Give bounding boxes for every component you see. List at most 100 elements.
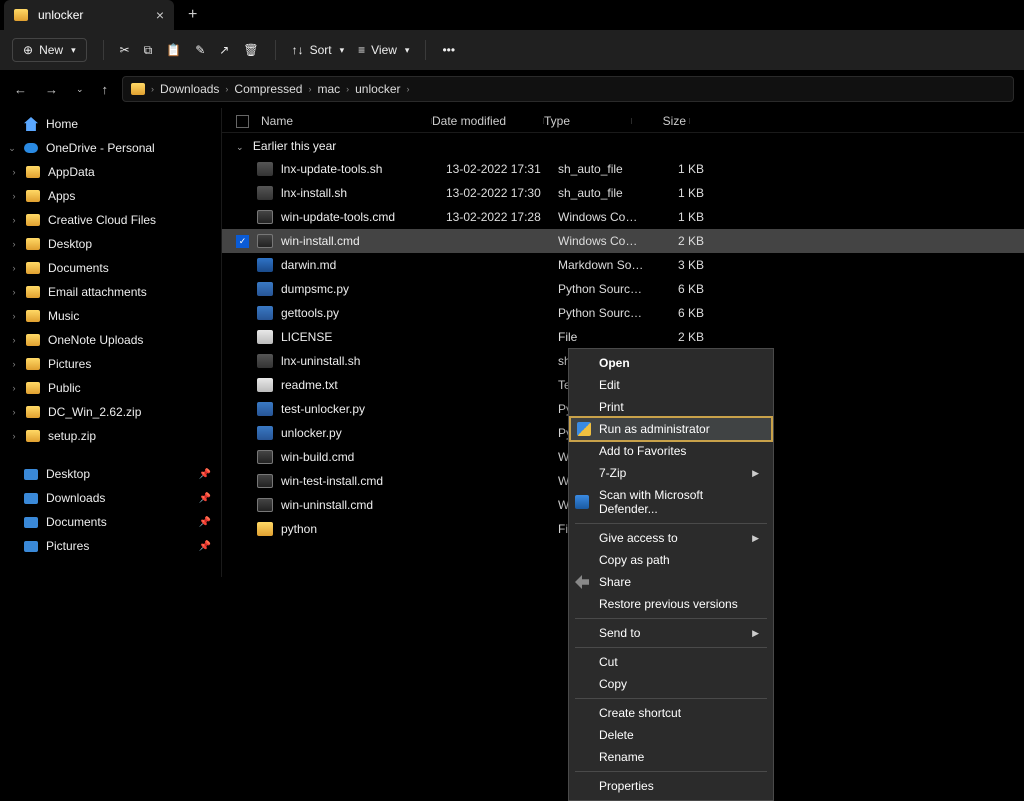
forward-button[interactable]: →	[41, 78, 62, 101]
file-row[interactable]: lnx-update-tools.sh13-02-2022 17:31sh_au…	[222, 157, 1024, 181]
sidebar-quick-item[interactable]: Documents📌	[0, 510, 221, 534]
ctx-add-favorites[interactable]: Add to Favorites	[569, 440, 773, 462]
ctx-give-access[interactable]: Give access to▶	[569, 527, 773, 549]
sidebar-item[interactable]: ›Apps	[0, 184, 221, 208]
folder-icon	[26, 310, 40, 322]
chevron-right-icon[interactable]: ›	[10, 263, 18, 273]
file-name: win-build.cmd	[281, 450, 446, 464]
delete-button[interactable]: 🗑	[243, 43, 258, 57]
ctx-print[interactable]: Print	[569, 396, 773, 418]
col-size-header[interactable]: Size	[632, 114, 690, 128]
new-button[interactable]: ⊕ New ▾	[12, 38, 87, 62]
cut-button[interactable]: ✂	[120, 43, 130, 57]
sidebar-item[interactable]: ›Pictures	[0, 352, 221, 376]
more-button[interactable]: •••	[442, 43, 455, 57]
chevron-right-icon[interactable]: ›	[10, 431, 18, 441]
sidebar-item[interactable]: ›AppData	[0, 160, 221, 184]
chevron-right-icon[interactable]: ›	[10, 335, 18, 345]
file-type: sh_auto_file	[558, 162, 646, 176]
file-row[interactable]: gettools.pyPython Source File6 KB	[222, 301, 1024, 325]
plus-icon: ⊕	[23, 43, 33, 57]
chevron-right-icon[interactable]: ›	[10, 407, 18, 417]
file-row[interactable]: dumpsmc.pyPython Source File6 KB	[222, 277, 1024, 301]
breadcrumb[interactable]: unlocker	[355, 82, 400, 96]
up-button[interactable]: ↑	[98, 78, 113, 101]
sidebar-item[interactable]: ›Documents	[0, 256, 221, 280]
sidebar-item[interactable]: ›Email attachments	[0, 280, 221, 304]
file-row[interactable]: win-update-tools.cmd13-02-2022 17:28Wind…	[222, 205, 1024, 229]
ctx-run-as-admin[interactable]: Run as administrator	[569, 416, 773, 442]
file-name: win-uninstall.cmd	[281, 498, 446, 512]
col-date-header[interactable]: Date modified	[432, 114, 544, 128]
home-icon	[24, 117, 38, 131]
sidebar-item-onedrive[interactable]: ⌄ OneDrive - Personal	[0, 136, 221, 160]
chevron-right-icon: ›	[406, 84, 409, 94]
sort-button[interactable]: ↑↓ Sort ▾	[292, 43, 345, 57]
select-all-checkbox[interactable]	[236, 115, 249, 128]
sidebar-quick-item[interactable]: Downloads📌	[0, 486, 221, 510]
col-label: Type	[544, 114, 570, 128]
chevron-right-icon[interactable]: ›	[10, 359, 18, 369]
chevron-right-icon[interactable]: ›	[10, 167, 18, 177]
sidebar-item[interactable]: ›DC_Win_2.62.zip	[0, 400, 221, 424]
group-header[interactable]: ⌄ Earlier this year	[222, 133, 1024, 157]
close-tab-icon[interactable]: ×	[156, 7, 164, 23]
chevron-right-icon[interactable]: ›	[10, 191, 18, 201]
ctx-7zip[interactable]: 7-Zip▶	[569, 462, 773, 484]
folder-icon	[26, 382, 40, 394]
separator	[575, 618, 767, 619]
separator	[575, 771, 767, 772]
ctx-edit[interactable]: Edit	[569, 374, 773, 396]
ctx-defender[interactable]: Scan with Microsoft Defender...	[569, 484, 773, 520]
file-row[interactable]: LICENSEFile2 KB	[222, 325, 1024, 349]
view-button[interactable]: ≡ View ▾	[358, 43, 409, 57]
col-name-header[interactable]: Name	[236, 114, 432, 128]
ctx-rename[interactable]: Rename	[569, 746, 773, 768]
ctx-properties[interactable]: Properties	[569, 775, 773, 797]
chevron-right-icon[interactable]: ›	[10, 215, 18, 225]
chevron-right-icon[interactable]: ›	[10, 239, 18, 249]
ctx-restore[interactable]: Restore previous versions	[569, 593, 773, 615]
sidebar-item[interactable]: ›Public	[0, 376, 221, 400]
new-tab-button[interactable]: +	[182, 6, 203, 24]
col-type-header[interactable]: Type	[544, 114, 632, 128]
copy-button[interactable]: ⧉	[144, 43, 153, 58]
file-size: 2 KB	[646, 234, 704, 248]
ctx-copy[interactable]: Copy	[569, 673, 773, 695]
ctx-share[interactable]: Share	[569, 571, 773, 593]
recent-button[interactable]: ⌄	[72, 80, 88, 99]
sidebar-item-home[interactable]: Home	[0, 112, 221, 136]
ctx-copy-path[interactable]: Copy as path	[569, 549, 773, 571]
file-row[interactable]: lnx-install.sh13-02-2022 17:30sh_auto_fi…	[222, 181, 1024, 205]
row-checkbox[interactable]: ✓	[236, 235, 249, 248]
sidebar-quick-item[interactable]: Desktop📌	[0, 462, 221, 486]
ctx-shortcut[interactable]: Create shortcut	[569, 702, 773, 724]
ctx-send-to[interactable]: Send to▶	[569, 622, 773, 644]
chevron-right-icon[interactable]: ›	[10, 383, 18, 393]
rename-button[interactable]: ✎	[195, 43, 205, 57]
sidebar-item[interactable]: ›Music	[0, 304, 221, 328]
sidebar-quick-item[interactable]: Pictures📌	[0, 534, 221, 558]
paste-button[interactable]: 📋	[166, 43, 181, 57]
chevron-down-icon[interactable]: ⌄	[8, 143, 16, 154]
address-bar[interactable]: › Downloads › Compressed › mac › unlocke…	[122, 76, 1014, 102]
breadcrumb[interactable]: mac	[317, 82, 340, 96]
file-row[interactable]: darwin.mdMarkdown Source...3 KB	[222, 253, 1024, 277]
chevron-right-icon[interactable]: ›	[10, 311, 18, 321]
file-row[interactable]: ✓win-install.cmdWindows Comma...2 KB	[222, 229, 1024, 253]
ctx-cut[interactable]: Cut	[569, 651, 773, 673]
back-button[interactable]: ←	[10, 78, 31, 101]
file-size: 1 KB	[646, 186, 704, 200]
ctx-delete[interactable]: Delete	[569, 724, 773, 746]
window-tab[interactable]: unlocker ×	[4, 0, 174, 30]
file-icon	[257, 258, 273, 272]
breadcrumb[interactable]: Compressed	[234, 82, 302, 96]
share-button[interactable]: ↗	[219, 43, 229, 57]
ctx-open[interactable]: Open	[569, 352, 773, 374]
chevron-right-icon[interactable]: ›	[10, 287, 18, 297]
sidebar-item[interactable]: ›Desktop	[0, 232, 221, 256]
breadcrumb[interactable]: Downloads	[160, 82, 219, 96]
sidebar-item[interactable]: ›OneNote Uploads	[0, 328, 221, 352]
sidebar-item[interactable]: ›setup.zip	[0, 424, 221, 448]
sidebar-item[interactable]: ›Creative Cloud Files	[0, 208, 221, 232]
